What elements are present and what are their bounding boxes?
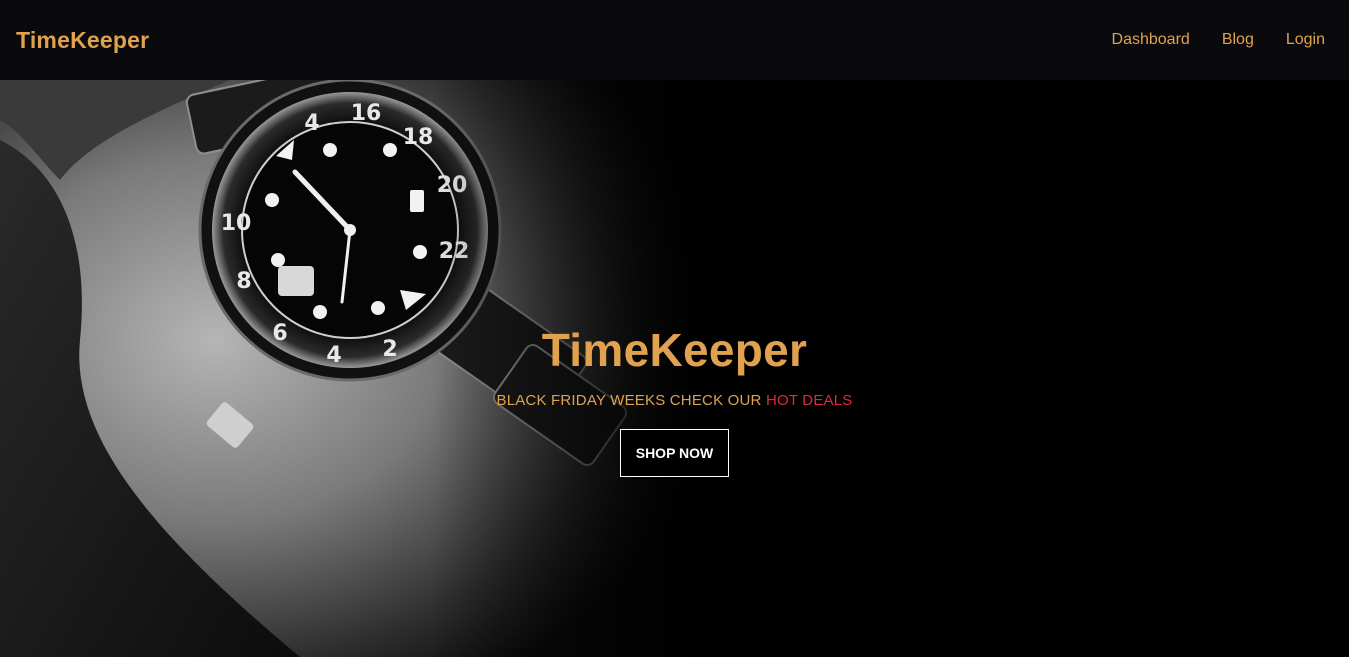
- hot-deals-link[interactable]: HOT DEALS: [766, 392, 853, 409]
- hero-subtitle-text: BLACK FRIDAY WEEKS CHECK OUR: [496, 391, 766, 409]
- nav-link-login[interactable]: Login: [1286, 31, 1325, 49]
- hero-section: 4 16 18 20 22 2 4 6 8 10: [0, 80, 1349, 657]
- top-navbar: TimeKeeper Dashboard Blog Login: [0, 0, 1349, 80]
- hero-content: TimeKeeper BLACK FRIDAY WEEKS CHECK OUR …: [0, 325, 1349, 477]
- hero-title: TimeKeeper: [541, 324, 808, 376]
- hero-subtitle: BLACK FRIDAY WEEKS CHECK OUR HOT DEALS: [0, 392, 1349, 409]
- nav-link-dashboard[interactable]: Dashboard: [1112, 31, 1190, 49]
- brand-logo-link[interactable]: TimeKeeper: [16, 27, 149, 54]
- nav-links: Dashboard Blog Login: [1080, 31, 1325, 49]
- shop-now-button[interactable]: SHOP NOW: [620, 428, 729, 477]
- nav-link-blog[interactable]: Blog: [1222, 31, 1254, 49]
